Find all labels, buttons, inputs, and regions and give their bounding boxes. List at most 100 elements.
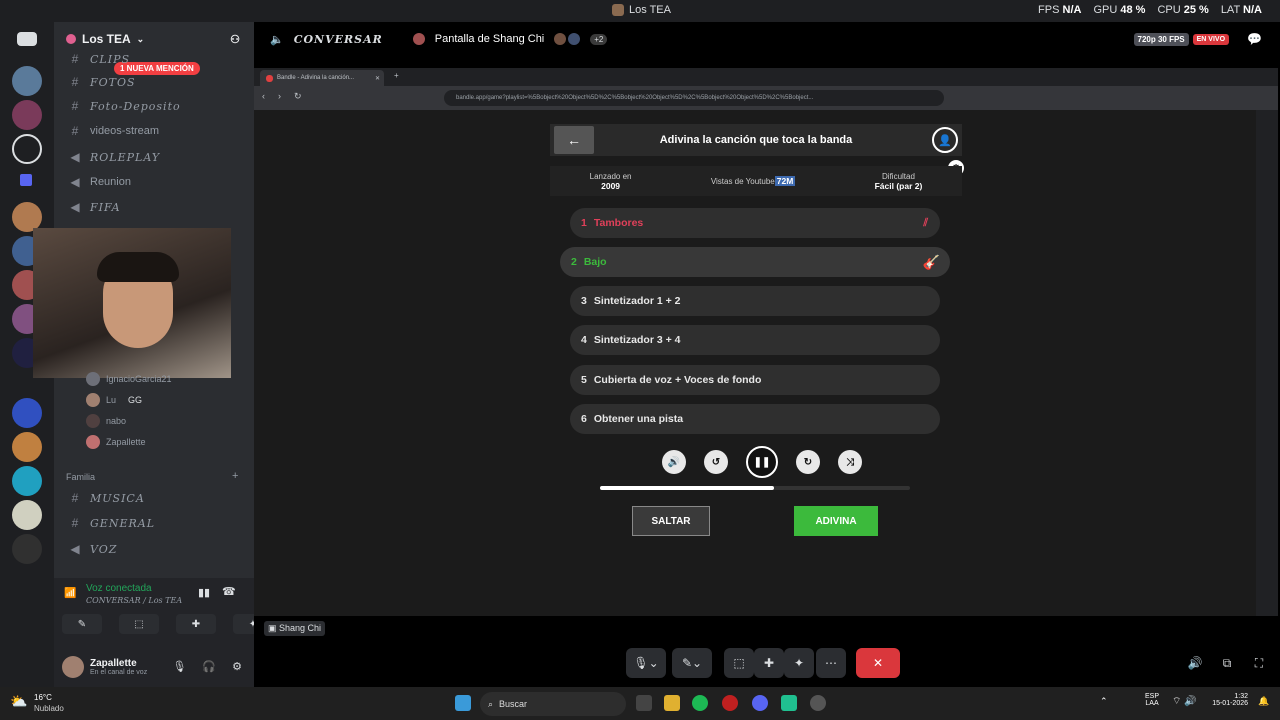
voice-channel-name[interactable]: CONVERSAR [294, 33, 383, 46]
taskbar-search[interactable]: ⌕ Buscar [480, 692, 626, 716]
weather-desc[interactable]: Nublado [34, 704, 64, 713]
opera-icon[interactable] [722, 695, 738, 711]
channel-videos-stream[interactable]: # videos-stream [68, 121, 159, 141]
server-icon[interactable] [12, 466, 42, 496]
channel-voz[interactable]: ◀ VOZ [68, 539, 117, 559]
task-view-icon[interactable] [636, 695, 652, 711]
channel-musica[interactable]: # MUSICA [68, 488, 145, 508]
pause-icon[interactable]: ❚❚ [746, 446, 778, 478]
camera-off-button[interactable]: ✎ [62, 614, 102, 634]
avatar [86, 435, 100, 449]
mic-button[interactable]: 🎙⌄ [626, 648, 666, 678]
more-options-icon[interactable]: ⋯ [816, 648, 846, 678]
browser-tab[interactable]: Bandle - Adivina la canción... ✕ [260, 70, 384, 86]
fullscreen-icon[interactable]: ⛶ [1244, 648, 1274, 678]
mic-icon[interactable]: 🎙 [172, 660, 186, 673]
channel-general[interactable]: # GENERAL [68, 513, 155, 533]
app-icon[interactable] [781, 695, 797, 711]
voice-user[interactable]: IgnacioGarcia21 [86, 370, 172, 388]
file-explorer-icon[interactable] [664, 695, 680, 711]
clock[interactable]: 1:32 15-01-2026 [1208, 693, 1248, 707]
volume-icon[interactable]: 🔊 [1180, 648, 1210, 678]
channel-reunion[interactable]: ◀ Reunion [68, 172, 131, 192]
server-icon[interactable] [12, 500, 42, 530]
track-vocals[interactable]: 5 Cubierta de voz + Voces de fondo [570, 365, 940, 395]
notifications-icon[interactable]: 🔔 [1258, 696, 1269, 707]
voice-status-channel[interactable]: CONVERSAR / Los TEA [86, 596, 182, 605]
sound-bars-icon[interactable]: ▮▮ [198, 586, 210, 599]
channel-roleplay[interactable]: ◀ ROLEPLAY [68, 147, 160, 167]
settings-gear-icon[interactable]: ⚙ [232, 660, 242, 673]
track-drums[interactable]: 1 Tambores ⫽ [570, 208, 940, 238]
server-icon[interactable] [12, 134, 42, 164]
webcam-video[interactable] [33, 228, 231, 378]
server-icon[interactable] [12, 100, 42, 130]
discord-home-icon[interactable] [17, 32, 37, 46]
channel-foto-deposito[interactable]: # Foto-Deposito [68, 96, 181, 116]
track-synth-1-2[interactable]: 3 Sintetizador 1 + 2 [570, 286, 940, 316]
progress-fill [600, 486, 774, 490]
back-icon[interactable]: ‹ [262, 91, 265, 101]
headphones-icon[interactable]: 🎧 [202, 660, 216, 673]
voice-user[interactable]: nabo [86, 412, 126, 430]
skip-button[interactable]: SALTAR [632, 506, 710, 536]
weather-icon[interactable]: ⛅ [10, 693, 27, 710]
popout-icon[interactable]: ⧉ [1212, 648, 1242, 678]
progress-bar[interactable] [600, 486, 910, 490]
viewer-avatar [554, 33, 567, 45]
call-controls: ▣ Shang Chi 🎙⌄ ✎⌄ ⬚ ✚ ✦ ⋯ ✕ 🔊 ⧉ ⛶ [254, 621, 1280, 687]
server-icon[interactable] [12, 534, 42, 564]
reload-icon[interactable]: ↻ [294, 91, 302, 102]
repeat-off-icon[interactable]: ⤨ [838, 450, 862, 474]
activities-button[interactable]: ✚ [754, 648, 784, 678]
language-indicator[interactable]: ESP LAA [1145, 693, 1159, 707]
channel-clips[interactable]: # CLIPS [68, 49, 130, 69]
spotify-icon[interactable] [692, 695, 708, 711]
speaker-icon: 🔈 [270, 33, 284, 46]
camera-button[interactable]: ✎⌄ [672, 648, 712, 678]
chat-bubble-icon[interactable]: 💬 [1247, 32, 1262, 46]
steam-icon[interactable] [810, 695, 826, 711]
wifi-icon[interactable]: ⌔ 🔊 [1172, 695, 1197, 708]
activities-button[interactable]: ✚ [176, 614, 216, 634]
soundboard-button[interactable]: ✦ [784, 648, 814, 678]
chevron-down-icon: ⌄ [136, 33, 145, 44]
voice-user[interactable]: Lu GG [86, 391, 142, 409]
channel-fotos[interactable]: # FOTOS [68, 72, 136, 92]
track-synth-3-4[interactable]: 4 Sintetizador 3 + 4 [570, 325, 940, 355]
avatar[interactable] [62, 655, 84, 678]
live-badge: EN VIVO [1192, 33, 1230, 45]
leave-call-button[interactable]: ✕ [856, 648, 900, 678]
folder-icon[interactable] [20, 174, 32, 186]
channel-fifa[interactable]: ◀ FIFA [68, 197, 121, 217]
voice-user[interactable]: Zapallette [86, 433, 146, 451]
address-bar[interactable]: bandle.app/game?playlist=%5Bobject%20Obj… [444, 90, 944, 106]
forward-5-icon[interactable]: ↻ [796, 450, 820, 474]
tray-chevron-icon[interactable]: ⌃ [1100, 696, 1108, 707]
close-icon[interactable]: ✕ [375, 75, 380, 82]
screen-share-button[interactable]: ⬚ [119, 614, 159, 634]
screen-share-button[interactable]: ⬚ [724, 648, 754, 678]
discord-icon[interactable] [752, 695, 768, 711]
server-icon[interactable] [12, 66, 42, 96]
guess-button[interactable]: ADIVINA [794, 506, 878, 536]
track-hint[interactable]: 6 Obtener una pista [570, 404, 940, 434]
forward-icon[interactable]: › [278, 91, 281, 101]
track-bass[interactable]: 2 Bajo 🎸 [560, 247, 950, 277]
server-icon[interactable] [12, 432, 42, 462]
back-arrow-button[interactable]: ← [554, 126, 594, 154]
playback-controls: 🔊 ↺ ❚❚ ↻ ⤨ [662, 446, 862, 478]
start-icon[interactable] [455, 695, 471, 711]
add-channel-icon[interactable]: + [232, 470, 238, 482]
add-member-icon[interactable]: ⚇ [230, 33, 240, 46]
viewer-count[interactable]: +2 [590, 33, 608, 45]
volume-icon[interactable]: 🔊 [662, 450, 686, 474]
weather-temp[interactable]: 16°C [34, 693, 52, 702]
user-status: En el canal de voz [90, 668, 148, 676]
profile-icon[interactable]: 👤 [932, 127, 958, 153]
new-tab-icon[interactable]: + [394, 71, 399, 80]
category-familia[interactable]: Familia [66, 472, 95, 482]
server-icon[interactable] [12, 398, 42, 428]
disconnect-icon[interactable]: ☎ [222, 585, 236, 598]
rewind-5-icon[interactable]: ↺ [704, 450, 728, 474]
